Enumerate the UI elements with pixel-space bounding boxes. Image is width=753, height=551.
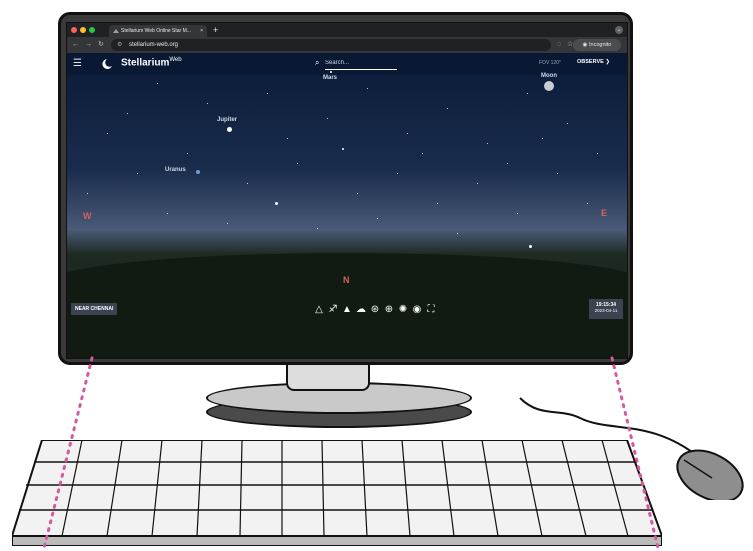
constellation-lines-icon[interactable]: △ (313, 304, 325, 316)
fullscreen-icon[interactable]: ⛶ (425, 304, 437, 316)
monitor-screen: Stellarium Web Online Star M... × + ⌄ ← … (66, 22, 628, 359)
view-toolbar: △ ♐ ▲ ☁ ⊛ ⊕ ✺ ◉ ⛶ (313, 304, 443, 318)
app-header: ☰ StellariumWeb ⌕ FOV 120° OBSERVE ❯ (67, 53, 627, 75)
browser-tab[interactable]: Stellarium Web Online Star M... × (109, 25, 207, 37)
back-icon[interactable]: ← (72, 37, 79, 53)
reload-icon[interactable]: ↻ (98, 37, 104, 53)
planet-label-moon[interactable]: Moon (541, 73, 557, 79)
planet-label-jupiter[interactable]: Jupiter (217, 117, 237, 123)
location-button[interactable]: NEAR CHENNAI (71, 303, 118, 315)
stellarium-logo-icon (102, 59, 112, 69)
incognito-badge[interactable]: ◉ Incognito (573, 39, 621, 51)
tab-search-icon[interactable]: ⌄ (615, 26, 623, 34)
new-tab-button[interactable]: + (213, 23, 218, 37)
atmosphere-icon[interactable]: ☁ (355, 304, 367, 316)
uranus-marker[interactable] (196, 170, 200, 174)
datetime-button[interactable]: 19:15:34 2023-04-11 (589, 299, 623, 319)
search-icon: ⌕ (315, 58, 320, 67)
monitor-neck (286, 365, 370, 391)
cardinal-north: N (343, 275, 350, 285)
clock-date: 2023-04-11 (594, 308, 618, 313)
app-brand: StellariumWeb (121, 57, 182, 69)
sky-viewport[interactable]: ☰ StellariumWeb ⌕ FOV 120° OBSERVE ❯ (67, 53, 627, 358)
moon-marker[interactable] (544, 81, 554, 91)
menu-icon[interactable]: ☰ (73, 55, 82, 73)
close-window-button[interactable] (71, 27, 77, 33)
forward-icon[interactable]: → (85, 37, 92, 53)
night-mode-icon[interactable]: ◉ (411, 304, 423, 316)
planet-label-uranus[interactable]: Uranus (165, 167, 186, 173)
deep-sky-icon[interactable]: ✺ (397, 304, 409, 316)
stellarium-favicon-icon (113, 29, 119, 33)
eye-off-icon[interactable]: ◌ (557, 37, 561, 53)
mouse (676, 449, 744, 500)
mars-marker[interactable] (330, 71, 332, 73)
landscape-icon[interactable]: ▲ (341, 304, 353, 316)
browser-toolbar: ← → ↻ ⚙ stellarium-web.org ◌ ☆ ◉ Incogni… (67, 37, 627, 53)
equatorial-grid-icon[interactable]: ⊕ (383, 304, 395, 316)
address-bar[interactable]: ⚙ stellarium-web.org (111, 39, 551, 51)
site-info-icon[interactable]: ⚙ (117, 39, 122, 51)
tab-title: Stellarium Web Online Star M... (121, 28, 191, 34)
planet-label-mars[interactable]: Mars (323, 75, 337, 81)
browser-tab-strip: Stellarium Web Online Star M... × + ⌄ (67, 23, 627, 37)
address-url: stellarium-web.org (129, 42, 179, 48)
maximize-window-button[interactable] (89, 27, 95, 33)
search-input[interactable] (325, 57, 397, 70)
keyboard (12, 440, 662, 546)
constellation-art-icon[interactable]: ♐ (327, 304, 339, 316)
cardinal-west: W (83, 211, 92, 221)
azimuthal-grid-icon[interactable]: ⊛ (369, 304, 381, 316)
cardinal-east: E (601, 208, 608, 218)
jupiter-marker[interactable] (227, 127, 232, 132)
minimize-window-button[interactable] (80, 27, 86, 33)
incognito-label: Incognito (589, 42, 612, 48)
tab-close-icon[interactable]: × (200, 25, 203, 37)
fov-readout: FOV 120° (539, 60, 562, 66)
observe-button[interactable]: OBSERVE ❯ (577, 59, 610, 65)
